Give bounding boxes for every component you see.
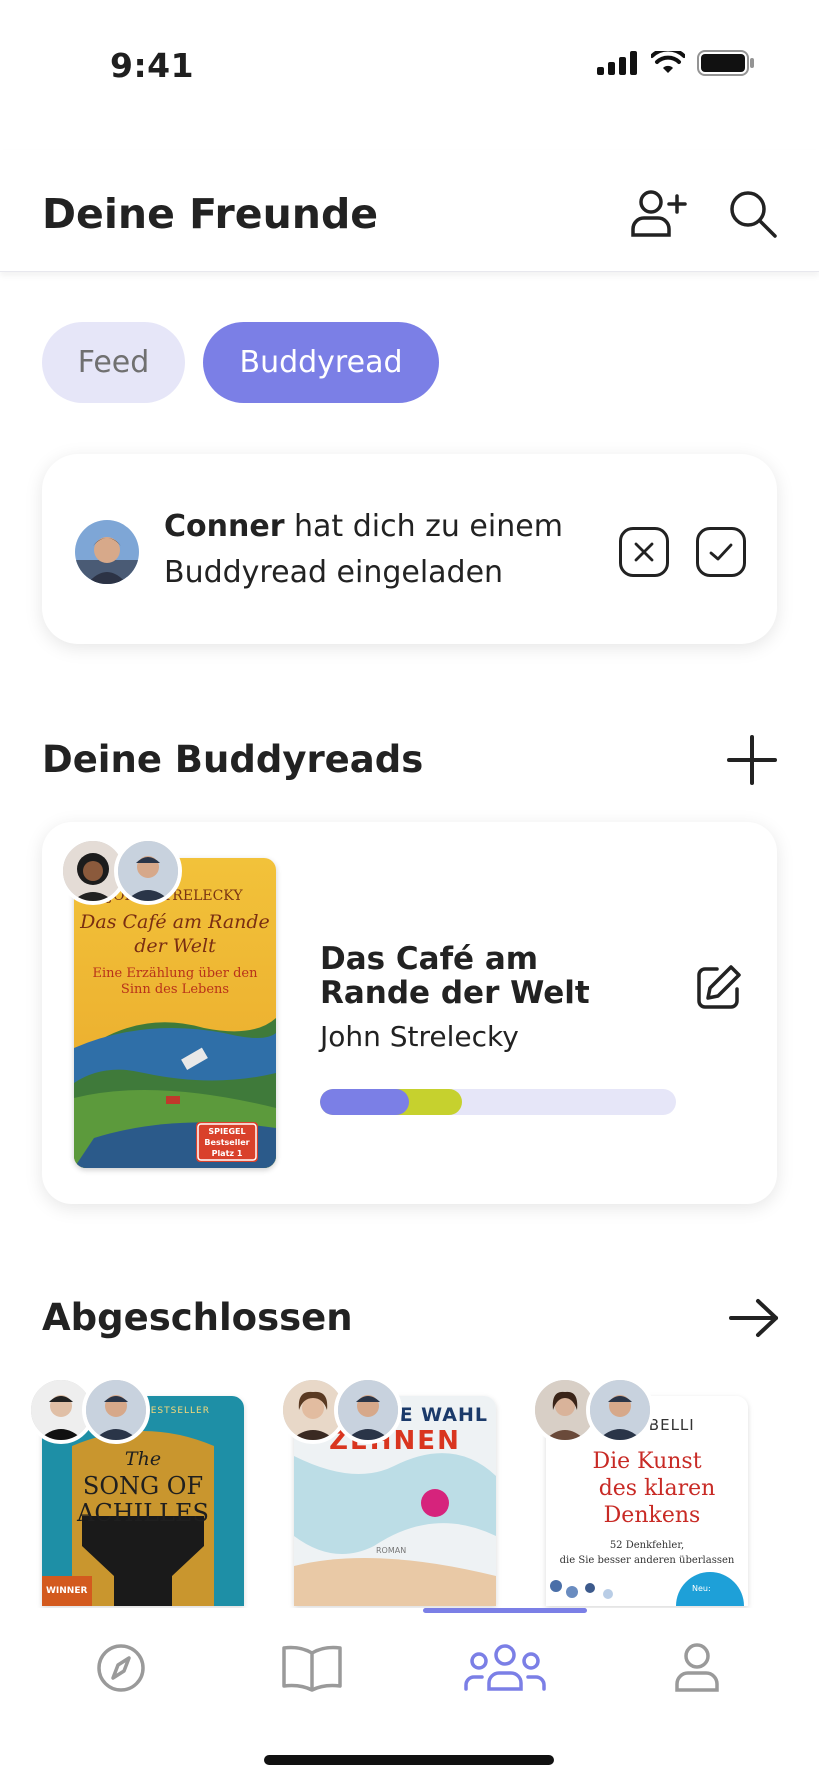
home-indicator	[264, 1755, 554, 1765]
cover-badge: SPIEGEL Bestseller Platz 1	[196, 1126, 258, 1159]
cover-badge-line2: Bestseller	[204, 1138, 250, 1147]
cover-subtitle: Eine Erzählung über den Sinn des Lebens	[74, 966, 276, 998]
cover-title-line2: des klaren	[598, 1476, 716, 1501]
search-button[interactable]	[723, 184, 783, 244]
profile-icon	[673, 1642, 721, 1694]
add-friend-button[interactable]	[628, 184, 688, 244]
accept-invite-button[interactable]	[696, 527, 746, 577]
nav-active-indicator	[423, 1608, 587, 1613]
cover-title-line3: ACHILLES	[77, 1499, 209, 1527]
cover-badge: ROMAN	[376, 1546, 407, 1555]
own-progress	[320, 1089, 409, 1115]
signal-icon	[597, 51, 639, 75]
nav-library[interactable]	[262, 1636, 362, 1700]
cover-badge-line1: SPIEGEL	[208, 1127, 246, 1136]
book-cover: JOHN STRELECKY Das Café am Rande der Wel…	[74, 858, 276, 1168]
buddyreads-section-title: Deine Buddyreads	[42, 738, 424, 781]
avatar	[82, 1376, 150, 1444]
cover-subtitle-line2: die Sie besser anderen überlassen	[559, 1555, 735, 1566]
cover-title-line2: SONG OF	[82, 1472, 204, 1500]
decline-icon	[632, 540, 656, 564]
accept-icon	[708, 540, 734, 564]
inviter-name: Conner	[164, 509, 285, 544]
cover-title-line3: Denkens	[603, 1503, 701, 1528]
tab-buddyread[interactable]: Buddyread	[203, 322, 439, 403]
tab-bar: Feed Buddyread	[42, 322, 439, 403]
buddyread-book-title: Das Café am Rande der Welt	[320, 941, 590, 1011]
buddyread-invite-card: Conner hat dich zu einem Buddyread einge…	[42, 454, 777, 644]
add-friend-icon	[629, 188, 687, 240]
edit-buddyread-button[interactable]	[690, 960, 746, 1016]
avatar	[75, 520, 139, 584]
cover-title-line1: Das Café am Rande	[80, 911, 270, 933]
cover-title: The SONG OF ACHILLES	[42, 1446, 244, 1527]
edit-icon	[693, 963, 743, 1013]
reading-progress-bar	[320, 1089, 676, 1115]
app-header: Deine Freunde	[0, 150, 819, 272]
nav-friends[interactable]	[455, 1636, 555, 1700]
cover-subtitle-line2: Sinn des Lebens	[120, 982, 230, 997]
add-buddyread-button[interactable]	[722, 730, 782, 790]
cover-title-line2: der Welt	[134, 935, 216, 957]
cover-subtitle-line1: Eine Erzählung über den	[92, 966, 258, 981]
cover-badge: WINNER	[46, 1586, 88, 1596]
cover-badge: Neu:	[692, 1584, 711, 1593]
decline-invite-button[interactable]	[619, 527, 669, 577]
wifi-icon	[651, 51, 685, 75]
cover-subtitle-line1: 52 Denkfehler,	[609, 1540, 685, 1551]
avatar	[334, 1376, 402, 1444]
bottom-navigation	[0, 1608, 819, 1773]
tab-feed[interactable]: Feed	[42, 322, 185, 403]
status-time: 9:41	[110, 46, 195, 85]
completed-section-title: Abgeschlossen	[42, 1296, 353, 1339]
cover-title-line1: The	[124, 1448, 162, 1470]
cover-title-line1: Die Kunst	[592, 1449, 702, 1474]
compass-icon	[95, 1642, 147, 1694]
cover-badge-line3: Platz 1	[211, 1149, 243, 1158]
cover-title: Die Kunst des klaren Denkens	[546, 1448, 748, 1529]
invite-message: Conner hat dich zu einem Buddyread einge…	[164, 504, 594, 596]
nav-profile[interactable]	[647, 1636, 747, 1700]
buddyread-book-author: John Strelecky	[320, 1020, 519, 1053]
battery-icon	[697, 50, 755, 76]
page-title: Deine Freunde	[42, 190, 379, 238]
avatar	[586, 1376, 654, 1444]
plus-icon	[726, 734, 778, 786]
friends-icon	[462, 1643, 548, 1693]
search-icon	[727, 188, 779, 240]
show-all-completed-button[interactable]	[724, 1288, 784, 1348]
cover-title: Das Café am Rande der Welt	[74, 910, 276, 958]
arrow-right-icon	[728, 1298, 780, 1338]
avatar	[114, 837, 182, 905]
book-icon	[280, 1643, 344, 1693]
nav-discover[interactable]	[71, 1636, 171, 1700]
cover-subtitle: 52 Denkfehler, die Sie besser anderen üb…	[546, 1538, 748, 1568]
status-icons	[597, 50, 755, 76]
buddyread-card[interactable]: JOHN STRELECKY Das Café am Rande der Wel…	[42, 822, 777, 1204]
status-bar: 9:41	[0, 0, 819, 130]
